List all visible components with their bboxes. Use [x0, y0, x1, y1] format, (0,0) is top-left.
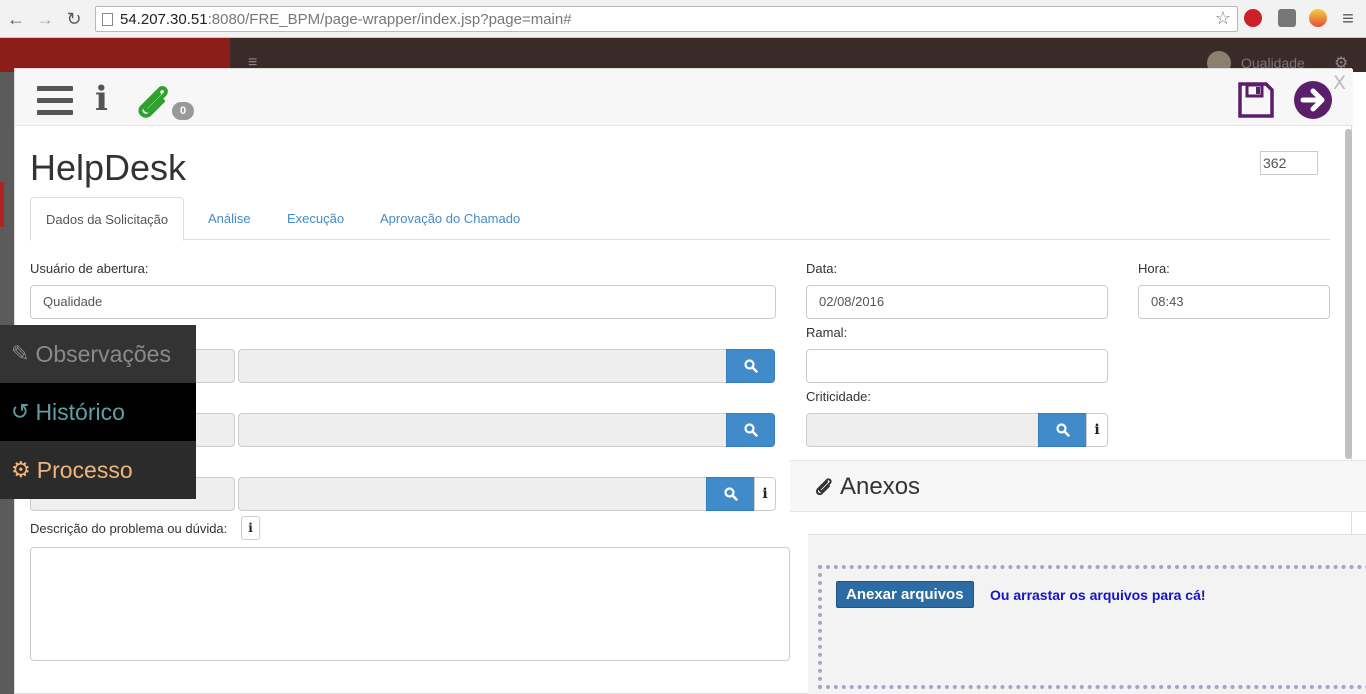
descricao-info-icon[interactable]: i [241, 516, 260, 540]
browser-menu-icon[interactable]: ≡ [1338, 8, 1358, 30]
arrow-right-icon [1300, 88, 1325, 112]
side-menu-observacoes[interactable]: ✎ Observações [0, 325, 196, 383]
descricao-label: Descrição do problema ou dúvida: [30, 521, 228, 536]
criticidade-search-button[interactable] [1038, 413, 1087, 447]
request-number-field[interactable]: 362 [1260, 151, 1318, 175]
usuario-label: Usuário de abertura: [30, 261, 149, 276]
modal-toolbar: i 0 X [15, 69, 1353, 126]
extension-flame-icon[interactable] [1309, 9, 1327, 27]
drag-files-hint: Ou arrastar os arquivos para cá! [990, 587, 1206, 603]
attach-files-button[interactable]: Anexar arquivos [836, 581, 974, 608]
side-menu-label-processo: Processo [36, 456, 133, 483]
hamburger-menu-icon[interactable] [37, 86, 73, 116]
usuario-field[interactable]: Qualidade [30, 285, 776, 319]
history-icon: ↺ [11, 399, 30, 424]
paperclip-icon [814, 475, 834, 505]
descricao-textarea[interactable] [30, 547, 790, 661]
attachments-panel: Anexar arquivos Ou arrastar os arquivos … [808, 534, 1366, 694]
attachment-count-badge: 0 [172, 102, 194, 120]
hora-field[interactable]: 08:43 [1138, 285, 1330, 319]
criticidade-info-icon[interactable]: i [1086, 413, 1108, 447]
close-button[interactable]: X [1333, 72, 1346, 94]
criticidade-field[interactable] [806, 413, 1041, 447]
reload-icon[interactable]: ↻ [64, 8, 84, 30]
lookup-info-icon-3[interactable]: i [754, 477, 776, 511]
tab-analise[interactable]: Análise [193, 197, 266, 240]
side-menu-label-historico: Histórico [35, 398, 125, 425]
side-menu: ✎ Observações ↺ Histórico ⚙ Processo [0, 325, 196, 499]
pinterest-icon[interactable] [1244, 9, 1262, 27]
side-menu-label-observacoes: Observações [35, 340, 171, 367]
lookup-desc-field-3[interactable] [238, 477, 708, 511]
form-tabs: Dados da Solicitação Análise Execução Ap… [30, 197, 1330, 241]
extension-icon[interactable] [1278, 9, 1296, 27]
next-step-button[interactable] [1294, 81, 1332, 119]
anexos-title: Anexos [840, 473, 921, 500]
info-icon[interactable]: i [95, 79, 108, 119]
bookmark-star-icon[interactable]: ☆ [1215, 8, 1231, 29]
tab-dados-da-solicitacao[interactable]: Dados da Solicitação [30, 197, 185, 241]
search-icon [723, 487, 738, 501]
tab-aprovacao-do-chamado[interactable]: Aprovação do Chamado [365, 197, 535, 240]
page-title: HelpDesk [30, 147, 187, 188]
search-icon [743, 359, 758, 373]
side-menu-processo[interactable]: ⚙ Processo [0, 441, 196, 499]
lookup-desc-field-2[interactable] [238, 413, 728, 447]
sidebar-active-marker [0, 182, 4, 227]
search-icon [743, 423, 758, 437]
anexos-header: Anexos [790, 460, 1366, 512]
app-logo [0, 38, 230, 72]
back-icon[interactable]: ← [6, 8, 26, 30]
ramal-label: Ramal: [806, 325, 848, 340]
hora-label: Hora: [1138, 261, 1170, 276]
data-label: Data: [806, 261, 838, 276]
search-icon [1055, 423, 1070, 437]
search-button-2[interactable] [726, 413, 775, 447]
search-button-1[interactable] [726, 349, 775, 383]
app-header: ≡ Qualidade ⚙ [0, 38, 1366, 75]
address-bar[interactable]: 54.207.30.51:8080/FRE_BPM/page-wrapper/i… [95, 6, 1238, 32]
paperclip-icon [138, 85, 168, 118]
browser-toolbar: ← → ↻ 54.207.30.51:8080/FRE_BPM/page-wra… [0, 0, 1366, 38]
criticidade-label: Criticidade: [806, 389, 872, 404]
search-button-3[interactable] [706, 477, 755, 511]
url-host: 54.207.30.51 [120, 11, 208, 28]
lookup-desc-field-1[interactable] [238, 349, 728, 383]
save-icon [1238, 82, 1274, 118]
save-button[interactable] [1237, 81, 1277, 121]
forward-icon[interactable]: → [35, 8, 55, 30]
url-path: :8080/FRE_BPM/page-wrapper/index.jsp?pag… [207, 11, 572, 28]
file-drop-zone[interactable]: Anexar arquivos Ou arrastar os arquivos … [818, 565, 1366, 689]
url-text: 54.207.30.51:8080/FRE_BPM/page-wrapper/i… [120, 11, 572, 28]
page-icon [102, 13, 113, 26]
modal-scrollbar[interactable] [1345, 129, 1352, 459]
ramal-field[interactable] [806, 349, 1108, 383]
edit-icon: ✎ [11, 341, 30, 366]
data-field[interactable]: 02/08/2016 [806, 285, 1108, 319]
cogs-icon: ⚙ [11, 457, 31, 482]
side-menu-historico[interactable]: ↺ Histórico [0, 383, 196, 441]
tab-execucao[interactable]: Execução [272, 197, 359, 240]
